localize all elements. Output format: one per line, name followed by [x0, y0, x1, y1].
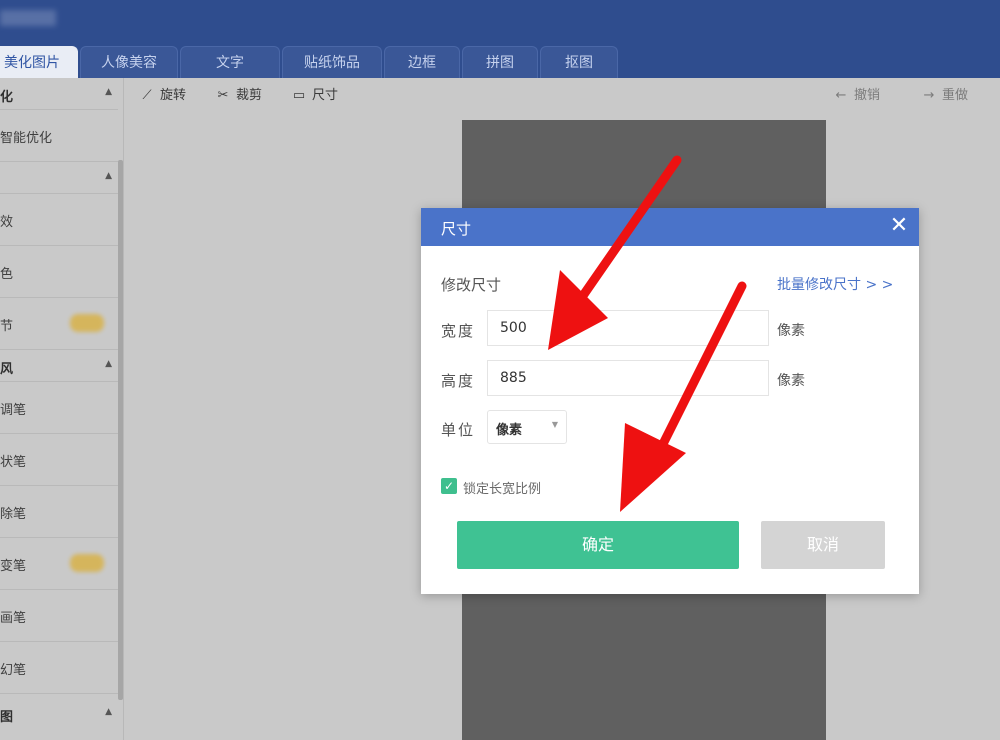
chevron-down-icon: ▼ [551, 420, 558, 429]
sidebar-header-label: 图 [0, 710, 14, 725]
tab-portrait[interactable]: 人像美容 [80, 46, 178, 78]
collapse-caret-icon[interactable]: ▲ [105, 171, 112, 181]
crop-button[interactable]: ✂ 裁剪 [214, 87, 262, 105]
checkmark-icon: ✓ [443, 479, 455, 493]
sidebar-item-smart-optimize[interactable]: 智能优化 [0, 110, 118, 162]
sidebar-item-label: 幻笔 [0, 663, 27, 678]
rectangle-icon: ▭ [292, 88, 306, 103]
collapse-caret-icon[interactable]: ▲ [105, 707, 112, 717]
height-unit: 像素 [777, 373, 805, 389]
sidebar-item[interactable]: 幻笔 [0, 642, 118, 694]
sidebar-section-header[interactable]: 化 ▲ [0, 78, 118, 110]
sidebar-item[interactable]: 变笔 [0, 538, 118, 590]
sidebar-item-label: 调笔 [0, 403, 27, 418]
tab-stickers[interactable]: 贴纸饰品 [282, 46, 382, 78]
title-bar [0, 0, 1000, 44]
width-unit: 像素 [777, 323, 805, 339]
rotate-icon: ⟋ [142, 88, 152, 103]
sidebar-item-label: 变笔 [0, 559, 27, 574]
sidebar-header-label: 化 [0, 90, 14, 105]
sidebar-item-label: 色 [0, 267, 14, 282]
redo-button[interactable]: → 重做 [920, 87, 968, 105]
sidebar-section-header[interactable]: 风 ▲ [0, 350, 118, 382]
sidebar-item[interactable]: 色 [0, 246, 118, 298]
tab-beautify[interactable]: 美化图片 [0, 46, 78, 78]
width-input[interactable] [487, 310, 769, 346]
tab-bar: 美化图片 人像美容 文字 贴纸饰品 边框 拼图 抠图 [0, 44, 1000, 78]
width-label: 宽度 [441, 322, 476, 340]
sidebar-item[interactable]: 效 [0, 194, 118, 246]
tab-cutout[interactable]: 抠图 [540, 46, 618, 78]
redo-label: 重做 [942, 88, 969, 103]
tab-border[interactable]: 边框 [384, 46, 460, 78]
rotate-label: 旋转 [160, 88, 187, 103]
tab-text[interactable]: 文字 [180, 46, 280, 78]
edit-toolbar: ⟋ 旋转 ✂ 裁剪 ▭ 尺寸 ← 撤销 → 重做 [124, 78, 1000, 112]
rotate-button[interactable]: ⟋ 旋转 [138, 87, 186, 105]
unit-select-value: 像素 [496, 423, 523, 438]
new-badge [70, 554, 104, 572]
scissors-icon: ✂ [217, 88, 229, 103]
cancel-button[interactable]: 取消 [761, 521, 885, 569]
dialog-header: 尺寸 ✕ [421, 208, 919, 246]
collapse-caret-icon[interactable]: ▲ [105, 87, 112, 97]
sidebar-item-label: 效 [0, 215, 14, 230]
lock-ratio-label[interactable]: 锁定长宽比例 [463, 478, 541, 497]
sidebar-item-label: 画笔 [0, 611, 27, 626]
sidebar-item[interactable]: 除笔 [0, 486, 118, 538]
close-icon[interactable]: ✕ [885, 212, 913, 240]
tab-collage[interactable]: 拼图 [462, 46, 538, 78]
redo-arrow-icon: → [923, 88, 935, 103]
size-label: 尺寸 [312, 88, 339, 103]
app-title-blurred [0, 10, 56, 26]
undo-arrow-icon: ← [835, 88, 847, 103]
sidebar-item-label: 状笔 [0, 455, 27, 470]
resize-dialog: 尺寸 ✕ 修改尺寸 批量修改尺寸 > > 宽度 像素 高度 像素 单位 像素 ▼… [421, 208, 919, 594]
section-label: 修改尺寸 [441, 276, 502, 294]
lock-ratio-checkbox[interactable]: ✓ [441, 478, 457, 494]
height-label: 高度 [441, 372, 476, 390]
sidebar-item[interactable]: 节 [0, 298, 118, 350]
dialog-title: 尺寸 [441, 220, 472, 238]
batch-resize-link[interactable]: 批量修改尺寸 > > [777, 274, 893, 294]
unit-select[interactable]: 像素 ▼ [487, 410, 567, 444]
sidebar-item-label: 除笔 [0, 507, 27, 522]
sidebar-item[interactable]: 调笔 [0, 382, 118, 434]
undo-label: 撤销 [854, 88, 881, 103]
confirm-button[interactable]: 确定 [457, 521, 739, 569]
sidebar-item-label: 智能优化 [0, 131, 53, 146]
unit-label: 单位 [441, 421, 476, 439]
height-input[interactable] [487, 360, 769, 396]
sidebar-section-header[interactable]: 图 ▲ [0, 698, 118, 730]
sidebar-header-label: 风 [0, 362, 14, 377]
sidebar-scrollbar[interactable] [118, 160, 123, 700]
sidebar-item-label: 节 [0, 319, 14, 334]
crop-label: 裁剪 [236, 88, 263, 103]
left-sidebar: 化 ▲ 智能优化 ▲ 效 色 节 风 ▲ 调笔 状笔 除笔 变笔 画笔 幻笔 图… [0, 78, 124, 740]
sidebar-item[interactable]: 画笔 [0, 590, 118, 642]
sidebar-section-header[interactable]: ▲ [0, 162, 118, 194]
new-badge [70, 314, 104, 332]
sidebar-item[interactable]: 状笔 [0, 434, 118, 486]
collapse-caret-icon[interactable]: ▲ [105, 359, 112, 369]
size-button[interactable]: ▭ 尺寸 [290, 87, 338, 105]
undo-button[interactable]: ← 撤销 [832, 87, 880, 105]
